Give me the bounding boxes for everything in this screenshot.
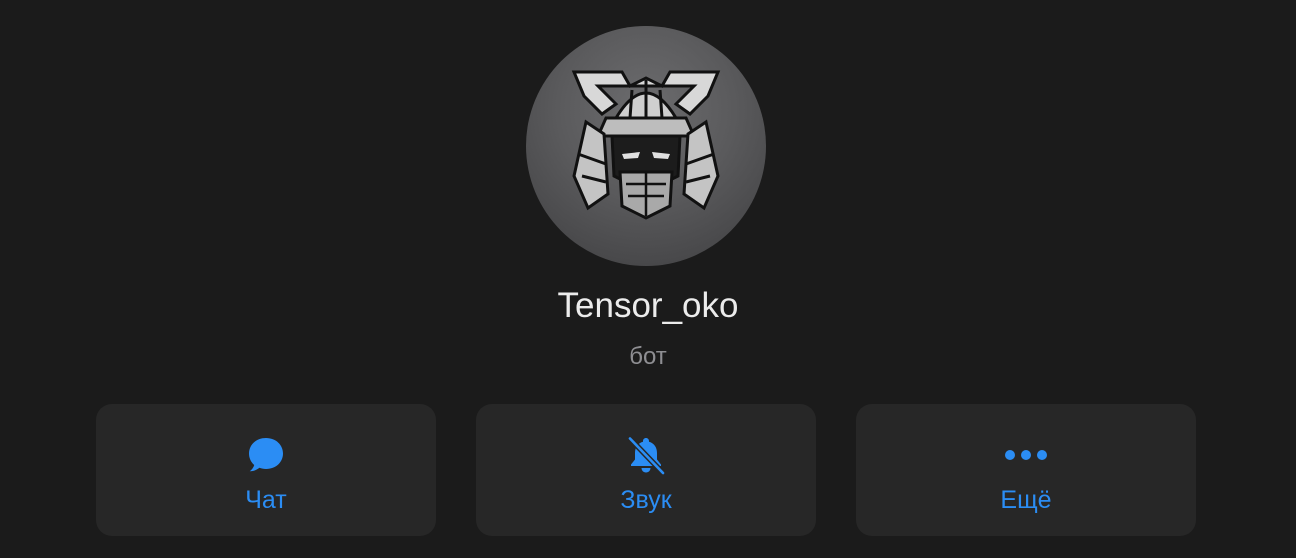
profile-subtitle: бот	[629, 343, 667, 370]
profile-name: Tensor_oko	[557, 286, 739, 325]
sound-button-label: Звук	[620, 486, 672, 514]
avatar[interactable]	[526, 26, 766, 266]
chat-button-label: Чат	[245, 486, 287, 514]
more-dots-icon	[856, 434, 1196, 476]
sound-button[interactable]: Звук	[476, 404, 816, 536]
more-button[interactable]: Ещё	[856, 404, 1196, 536]
chat-button[interactable]: Чат	[96, 404, 436, 536]
bell-muted-icon	[476, 434, 816, 476]
more-button-label: Ещё	[1000, 486, 1052, 514]
chat-bubble-icon	[96, 434, 436, 476]
samurai-mask-icon	[571, 70, 721, 220]
